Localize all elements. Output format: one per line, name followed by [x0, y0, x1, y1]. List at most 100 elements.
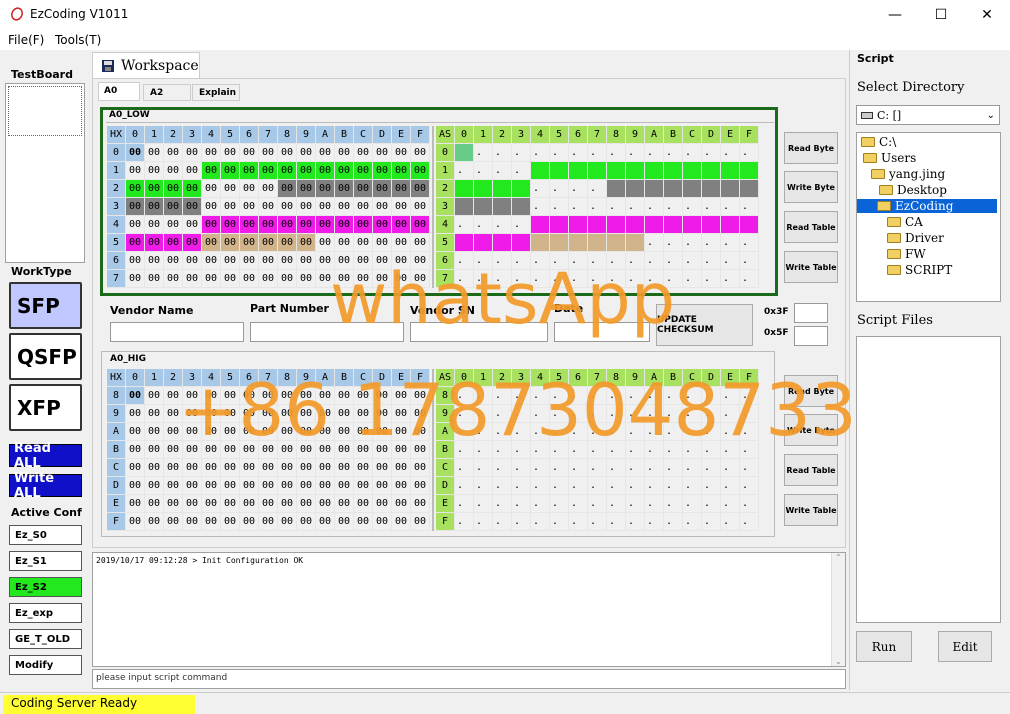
ascii-cell[interactable]: . — [474, 270, 493, 288]
ascii-cell[interactable]: . — [721, 180, 740, 198]
ascii-cell[interactable]: . — [474, 180, 493, 198]
hex-cell[interactable]: 00 — [297, 387, 316, 405]
ascii-cell[interactable]: . — [531, 198, 550, 216]
ascii-cell[interactable]: . — [493, 198, 512, 216]
hex-cell[interactable]: 00 — [183, 252, 202, 270]
hex-cell[interactable]: 00 — [373, 423, 392, 441]
hex-cell[interactable]: 00 — [392, 162, 411, 180]
hex-cell[interactable]: 00 — [354, 387, 373, 405]
ascii-cell[interactable]: . — [683, 513, 702, 531]
hex-cell[interactable]: 00 — [411, 477, 430, 495]
hex-cell[interactable]: 00 — [278, 144, 297, 162]
hex-cell[interactable]: 00 — [259, 180, 278, 198]
hex-cell[interactable]: 00 — [411, 198, 430, 216]
ascii-cell[interactable]: . — [588, 441, 607, 459]
ascii-cell[interactable]: . — [512, 441, 531, 459]
hex-cell[interactable]: 00 — [126, 459, 145, 477]
hex-cell[interactable]: 00 — [240, 495, 259, 513]
hex-cell[interactable]: 00 — [297, 405, 316, 423]
ascii-cell[interactable]: . — [683, 252, 702, 270]
ascii-cell[interactable]: . — [683, 405, 702, 423]
hex-cell[interactable]: 00 — [335, 495, 354, 513]
ascii-cell[interactable]: . — [626, 441, 645, 459]
ascii-cell[interactable]: . — [683, 234, 702, 252]
ascii-cell[interactable]: . — [664, 477, 683, 495]
hex-cell[interactable]: 00 — [164, 477, 183, 495]
ascii-cell[interactable]: . — [569, 477, 588, 495]
ascii-cell[interactable]: . — [588, 270, 607, 288]
hex-cell[interactable]: 00 — [183, 162, 202, 180]
hex-cell[interactable]: 00 — [316, 234, 335, 252]
hex-cell[interactable]: 00 — [145, 180, 164, 198]
a0-low-splitter[interactable] — [432, 126, 434, 288]
hex-cell[interactable]: 00 — [316, 441, 335, 459]
hex-cell[interactable]: 00 — [373, 252, 392, 270]
ascii-cell[interactable]: . — [683, 387, 702, 405]
hex-cell[interactable]: 00 — [221, 387, 240, 405]
hex-cell[interactable]: 00 — [221, 198, 240, 216]
ascii-cell[interactable]: . — [683, 441, 702, 459]
hex-cell[interactable]: 00 — [278, 423, 297, 441]
ascii-cell[interactable]: . — [550, 144, 569, 162]
hex-cell[interactable]: 00 — [240, 252, 259, 270]
ascii-cell[interactable]: . — [607, 387, 626, 405]
hex-cell[interactable]: 00 — [221, 180, 240, 198]
ascii-cell[interactable]: . — [569, 234, 588, 252]
ascii-cell[interactable]: . — [702, 198, 721, 216]
ascii-cell[interactable]: . — [721, 477, 740, 495]
ascii-cell[interactable]: . — [740, 405, 759, 423]
hex-cell[interactable]: 00 — [354, 477, 373, 495]
ascii-cell[interactable]: . — [740, 162, 759, 180]
ascii-cell[interactable]: . — [569, 144, 588, 162]
hex-cell[interactable]: 00 — [335, 252, 354, 270]
hex-cell[interactable]: 00 — [373, 216, 392, 234]
worktype-xfp-button[interactable]: XFP — [9, 384, 82, 431]
hex-cell[interactable]: 00 — [411, 495, 430, 513]
hex-cell[interactable]: 00 — [145, 216, 164, 234]
ascii-cell[interactable]: . — [740, 441, 759, 459]
hex-cell[interactable]: 00 — [183, 234, 202, 252]
hex-cell[interactable]: 00 — [202, 162, 221, 180]
tree-item-ezcoding[interactable]: EzCoding — [857, 199, 997, 213]
low-read-byte-button[interactable]: Read Byte — [784, 132, 838, 164]
ascii-cell[interactable]: . — [702, 495, 721, 513]
tree-item-ca[interactable]: CA — [887, 215, 923, 229]
hex-cell[interactable]: 00 — [164, 162, 183, 180]
low-write-byte-button[interactable]: Write Byte — [784, 171, 838, 203]
hex-cell[interactable]: 00 — [354, 216, 373, 234]
ascii-cell[interactable]: . — [493, 216, 512, 234]
ascii-cell[interactable]: . — [531, 234, 550, 252]
ascii-cell[interactable]: . — [645, 459, 664, 477]
ascii-cell[interactable]: . — [645, 441, 664, 459]
hex-cell[interactable]: 00 — [411, 459, 430, 477]
ascii-cell[interactable]: . — [474, 495, 493, 513]
ascii-cell[interactable]: . — [683, 162, 702, 180]
ascii-cell[interactable]: . — [626, 423, 645, 441]
ascii-cell[interactable]: . — [702, 234, 721, 252]
hex-cell[interactable]: 00 — [259, 234, 278, 252]
ascii-cell[interactable]: . — [721, 162, 740, 180]
ascii-cell[interactable]: . — [588, 252, 607, 270]
hex-cell[interactable]: 00 — [183, 441, 202, 459]
hex-cell[interactable]: 00 — [240, 513, 259, 531]
ascii-cell[interactable]: . — [607, 144, 626, 162]
close-button[interactable]: ✕ — [964, 0, 1010, 30]
ascii-cell[interactable]: . — [683, 198, 702, 216]
ascii-cell[interactable]: . — [588, 477, 607, 495]
hex-cell[interactable]: 00 — [202, 252, 221, 270]
hex-cell[interactable]: 00 — [392, 270, 411, 288]
hig-write-table-button[interactable]: Write Table — [784, 494, 838, 526]
hex-cell[interactable]: 00 — [354, 270, 373, 288]
hex-cell[interactable]: 00 — [354, 513, 373, 531]
hex-cell[interactable]: 00 — [145, 477, 164, 495]
ascii-cell[interactable]: . — [721, 423, 740, 441]
hex-cell[interactable]: 00 — [297, 270, 316, 288]
ascii-cell[interactable]: . — [664, 423, 683, 441]
ascii-cell[interactable]: . — [740, 252, 759, 270]
ascii-cell[interactable]: . — [607, 252, 626, 270]
ascii-cell[interactable]: . — [721, 216, 740, 234]
hex-cell[interactable]: 00 — [316, 405, 335, 423]
ascii-cell[interactable]: . — [607, 477, 626, 495]
ascii-cell[interactable]: . — [588, 198, 607, 216]
hex-cell[interactable]: 00 — [392, 180, 411, 198]
